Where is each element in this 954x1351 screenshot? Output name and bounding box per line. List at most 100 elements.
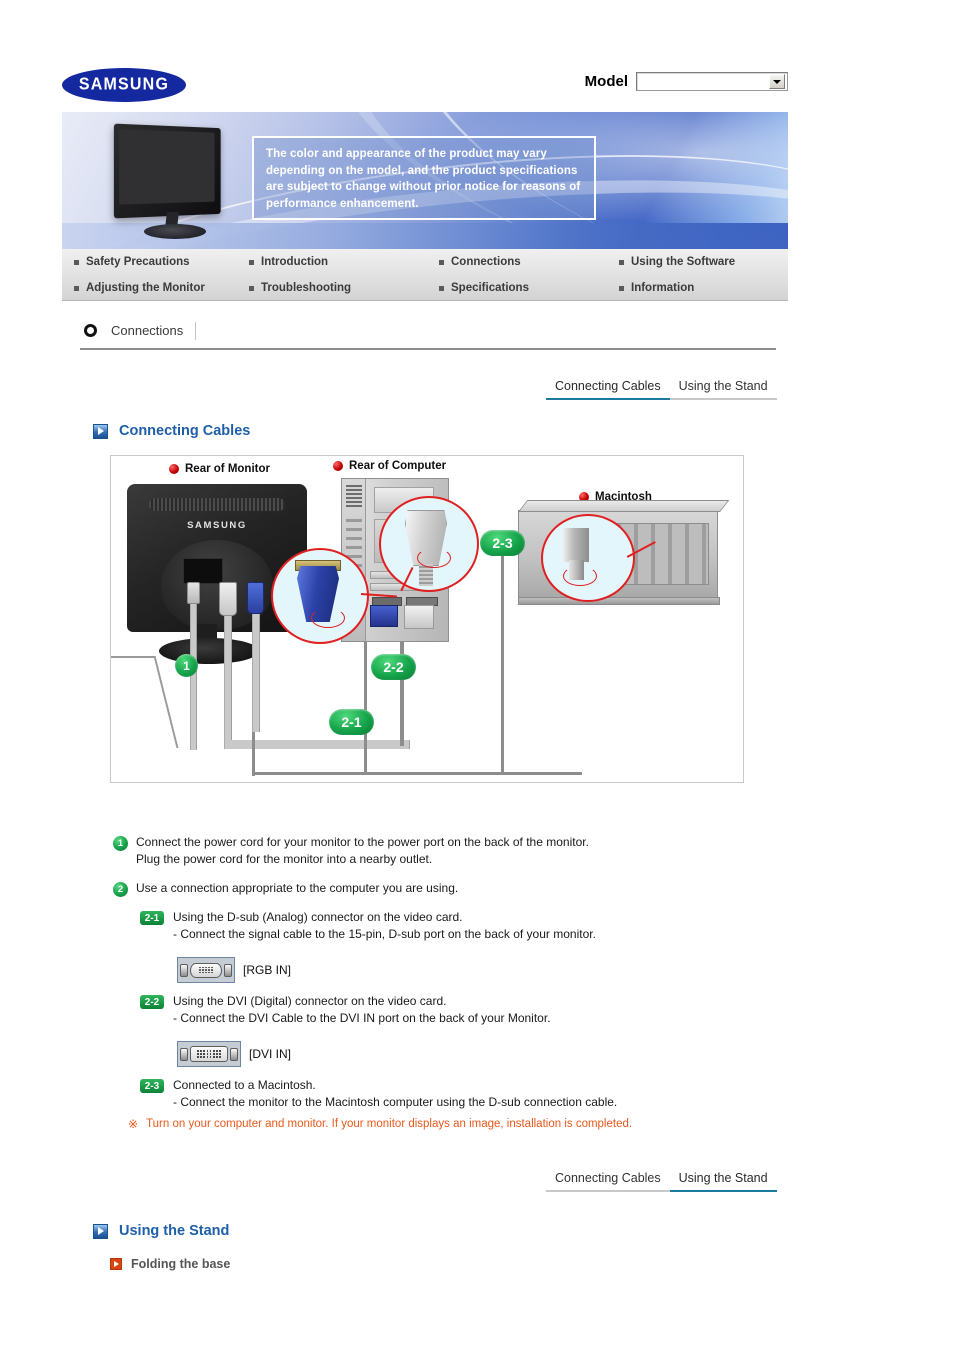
dvi-port-icon [177,1041,241,1067]
instruction-text: Use a connection appropriate to the comp… [136,881,459,895]
instruction-line: Connect the power cord for your monitor … [136,835,589,849]
model-label: Model [584,73,628,90]
tab-using-the-stand[interactable]: Using the Stand [669,379,777,400]
diagram-badge-1: 1 [175,654,198,677]
dsub-port-icon [177,957,235,983]
ring-icon [84,324,97,337]
instruction-step-2-2: 2-2 Using the DVI (Digital) connector on… [140,993,773,1067]
port-screw-icon [180,963,188,977]
model-select[interactable] [636,72,788,91]
main-nav: Safety Precautions Introduction Connecti… [62,249,788,301]
instruction-text: Connect the power cord for your monitor … [136,834,589,868]
diagram-label-text: Rear of Monitor [185,463,270,475]
section-title: Connecting Cables [119,423,251,439]
instruction-line: - Connect the monitor to the Macintosh c… [173,1095,618,1109]
pin-row [199,969,213,971]
instruction-step-2-1: 2-1 Using the D-sub (Analog) connector o… [140,909,773,983]
nav-item-introduction[interactable]: Introduction [249,256,439,268]
tab-using-the-stand[interactable]: Using the Stand [669,1171,777,1192]
nav-item-label: Introduction [261,256,329,268]
nav-item-adjusting-the-monitor[interactable]: Adjusting the Monitor [74,282,249,294]
tabstrip-bottom: Connecting Cables Using the Stand [546,1166,777,1192]
bullet-square-icon [74,259,79,265]
hero-banner: The color and appearance of the product … [62,112,788,249]
tower-vent-grill [346,485,362,507]
nav-item-label: Connections [451,256,521,268]
nav-item-label: Safety Precautions [86,256,190,268]
bullet-square-icon [619,259,624,265]
product-notice-box: The color and appearance of the product … [252,136,596,220]
section-heading-connecting-cables: Connecting Cables [93,423,250,439]
port-caption: [DVI IN] [249,1047,292,1061]
sub-step-badge-2-1: 2-1 [140,911,164,925]
rgb-in-port-row: [RGB IN] [177,957,773,983]
bullet-square-icon [619,285,624,291]
nav-item-information[interactable]: Information [619,282,800,294]
instruction-line: Connected to a Macintosh. [173,1078,316,1092]
tabstrip-top: Connecting Cables Using the Stand [546,374,777,400]
rotate-arrow-icon [563,566,597,586]
nav-item-using-the-software[interactable]: Using the Software [619,256,800,268]
mac-cable [501,551,504,775]
vga-cable-run-down [252,732,255,776]
bullet-square-icon [74,285,79,291]
breadcrumb-label: Connections [111,322,197,340]
model-selector-group: Model [585,72,788,91]
subsection-folding-the-base[interactable]: Folding the base [110,1257,230,1271]
instruction-step-1: 1 Connect the power cord for your monito… [113,834,773,868]
sub-step-badge-2-3: 2-3 [140,1079,164,1093]
pin-row [197,1056,221,1058]
monitor-product-image [108,123,236,242]
pin-row [199,966,213,969]
sub-step-badge-2-2: 2-2 [140,995,164,1009]
tower-dvi-connector [404,605,434,629]
diagram-label-rear-of-monitor: Rear of Monitor [169,463,270,475]
vga-plug-icon [247,582,264,614]
orange-arrow-icon [110,1258,122,1270]
sub-step-row: 2-1 Using the D-sub (Analog) connector o… [140,909,773,943]
nav-item-connections[interactable]: Connections [439,256,619,268]
nav-item-label: Troubleshooting [261,282,352,294]
tab-connecting-cables[interactable]: Connecting Cables [546,379,670,400]
nav-item-label: Information [631,282,695,294]
nav-item-safety-precautions[interactable]: Safety Precautions [74,256,249,268]
macintosh-top-lid [518,500,730,512]
port-caption: [RGB IN] [243,963,292,977]
vga-cable-monitor-side [252,614,260,732]
dvi-shell [190,1046,228,1062]
instructions-list: 1 Connect the power cord for your monito… [113,834,773,1111]
red-dot-icon [169,464,179,474]
instruction-line: Using the DVI (Digital) connector on the… [173,994,447,1008]
nav-item-troubleshooting[interactable]: Troubleshooting [249,282,439,294]
breadcrumb: Connections [80,322,776,350]
power-plug-icon [187,582,200,604]
dvi-in-port-row: [DVI IN] [177,1041,773,1067]
instruction-line: - Connect the signal cable to the 15-pin… [173,927,596,941]
nav-item-specifications[interactable]: Specifications [439,282,619,294]
dvi-plug-icon [219,582,237,616]
sub-step-row: 2-2 Using the DVI (Digital) connector on… [140,993,773,1027]
rotate-arrow-icon [311,608,345,628]
pin-row [197,1050,221,1052]
product-notice-text: The color and appearance of the product … [266,148,581,210]
port-screw-icon [180,1047,188,1061]
monitor-rear-base [159,638,259,664]
chevron-down-icon[interactable] [769,74,785,89]
diagram-badge-2-3: 2-3 [480,530,525,556]
page-root: SAMSUNG Model The color and appearance o… [0,0,954,1351]
tab-connecting-cables[interactable]: Connecting Cables [546,1171,670,1192]
diagram-badge-2-2: 2-2 [371,654,416,680]
desk-edge-line [111,656,179,748]
bullet-square-icon [439,259,444,265]
bullet-square-icon [249,285,254,291]
pin-row [199,971,213,974]
step-number-badge: 2 [113,882,128,897]
monitor-panel [113,123,221,219]
rotate-arrow-icon [417,548,451,568]
diagram-badge-2-1: 2-1 [329,709,374,735]
nav-item-label: Specifications [451,282,529,294]
monitor-vent [149,498,285,511]
diagram-label-rear-of-computer: Rear of Computer [333,460,446,472]
sub-step-row: 2-3 Connected to a Macintosh. - Connect … [140,1077,773,1111]
instruction-text: Connected to a Macintosh. - Connect the … [173,1077,617,1111]
